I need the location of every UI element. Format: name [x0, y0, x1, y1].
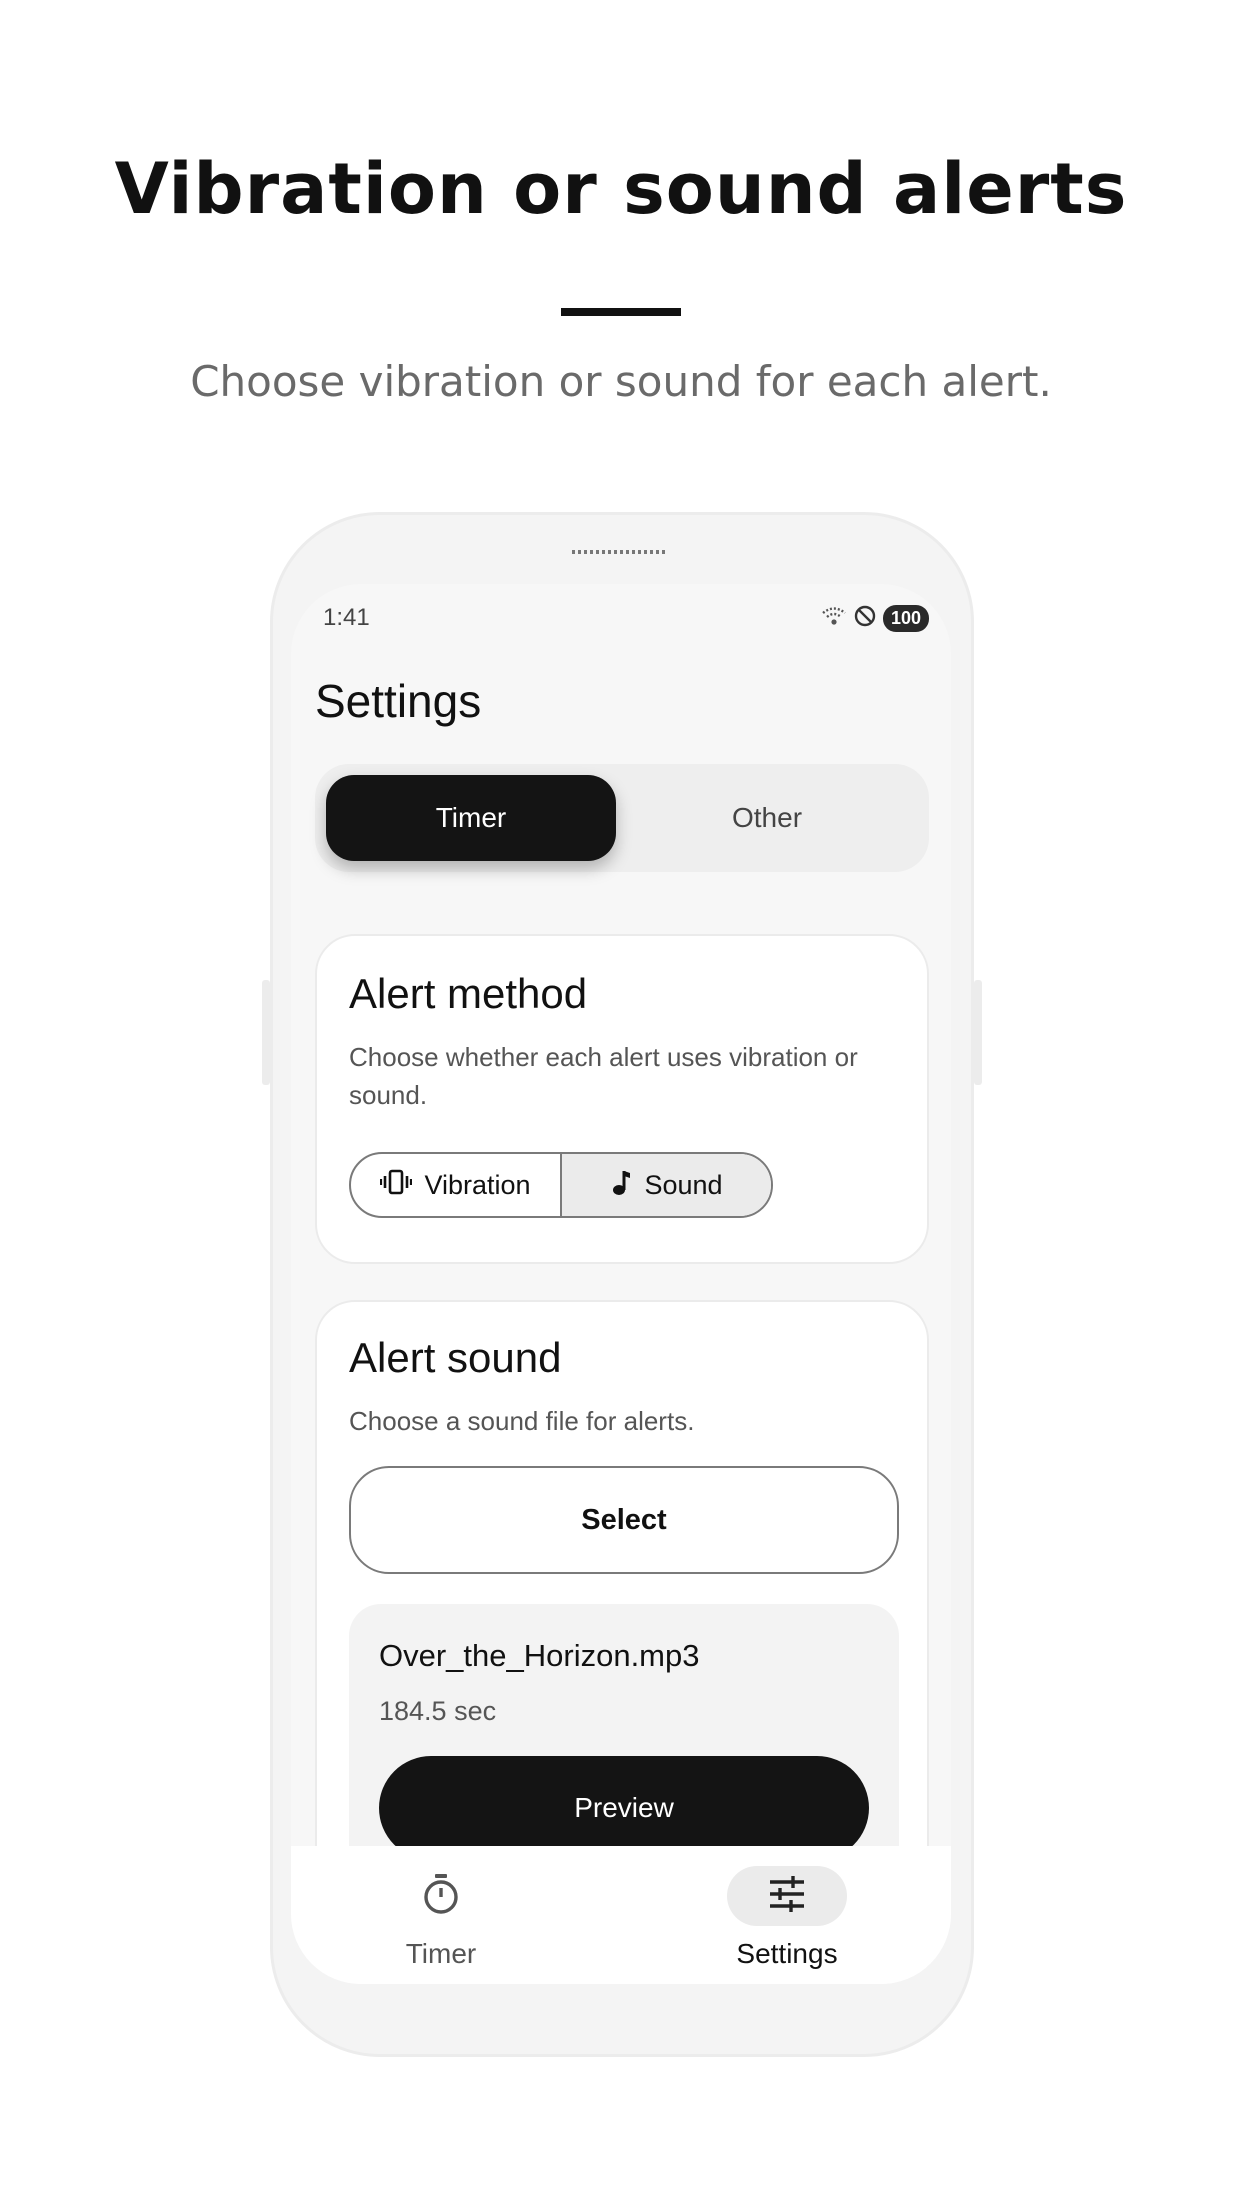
music-note-icon: [610, 1168, 632, 1203]
alert-method-title: Alert method: [349, 970, 588, 1017]
tab-other[interactable]: Other: [616, 775, 918, 861]
file-name: Over_the_Horizon.mp3: [379, 1638, 700, 1673]
alert-method-description: Choose whether each alert uses vibration…: [349, 1042, 858, 1110]
vibration-option-label: Vibration: [424, 1169, 531, 1200]
preview-button[interactable]: Preview: [379, 1756, 869, 1860]
headline-divider: [561, 308, 681, 316]
alert-sound-title: Alert sound: [349, 1334, 562, 1381]
alert-sound-description: Choose a sound file for alerts.: [349, 1406, 695, 1436]
nav-item-settings[interactable]: Settings: [687, 1866, 887, 1970]
vibration-icon: [380, 1168, 413, 1203]
nav-timer-icon-wrap: [381, 1866, 501, 1926]
bottom-navigation: Timer Settings: [291, 1846, 951, 1984]
phone-speaker: [572, 550, 668, 554]
battery-indicator: 100: [882, 605, 929, 632]
vibration-option[interactable]: Vibration: [351, 1154, 560, 1216]
sound-option-label: Sound: [644, 1169, 723, 1200]
alert-method-toggle: Vibration Sound: [349, 1152, 773, 1218]
select-sound-button[interactable]: Select: [349, 1466, 899, 1574]
status-time: 1:41: [323, 604, 370, 631]
phone-screen: 1:41 100 Settings Timer Other Alert meth…: [291, 584, 951, 1984]
phone-side-button-right: [974, 980, 982, 1085]
promo-subheadline: Choose vibration or sound for each alert…: [190, 357, 1052, 406]
nav-timer-label: Timer: [405, 1938, 477, 1969]
phone-side-button-left: [262, 980, 270, 1085]
do-not-disturb-icon: [853, 604, 877, 633]
nav-item-timer[interactable]: Timer: [341, 1866, 541, 1970]
wifi-icon: [821, 605, 847, 632]
page-title: Settings: [315, 675, 482, 727]
alert-method-card: Alert method Choose whether each alert u…: [315, 934, 929, 1264]
nav-settings-icon-wrap: [727, 1866, 847, 1926]
promo-headline: Vibration or sound alerts: [114, 148, 1128, 230]
tune-icon: [767, 1875, 807, 1918]
tab-timer[interactable]: Timer: [326, 775, 616, 861]
sound-option[interactable]: Sound: [560, 1154, 771, 1216]
file-duration: 184.5 sec: [379, 1696, 497, 1726]
nav-settings-label: Settings: [736, 1938, 838, 1969]
status-icons: 100: [821, 604, 929, 633]
stopwatch-icon: [421, 1872, 461, 1921]
